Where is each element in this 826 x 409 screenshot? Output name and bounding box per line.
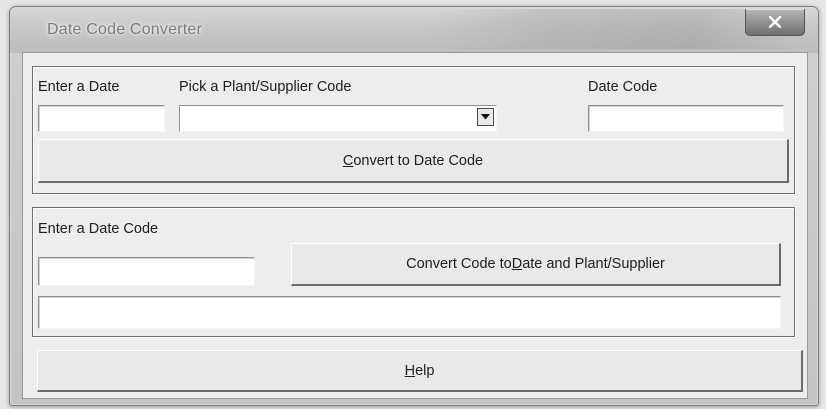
title-bar[interactable]: Date Code Converter (10, 7, 818, 53)
enter-date-label: Enter a Date (38, 79, 120, 95)
window-title: Date Code Converter (47, 21, 202, 38)
convert-code-prefix: Convert Code to (406, 256, 512, 272)
close-icon (768, 16, 782, 28)
convert-code-rest: ate and Plant/Supplier (522, 256, 665, 272)
convert-code-to-date-button[interactable]: Convert Code to Date and Plant/Supplier (291, 243, 781, 286)
help-mnemonic: H (404, 362, 416, 379)
enter-date-code-label: Enter a Date Code (38, 221, 159, 237)
encode-group: Enter a Date Pick a Plant/Supplier Code … (32, 66, 795, 194)
plant-supplier-label: Pick a Plant/Supplier Code (179, 79, 352, 95)
close-button[interactable] (745, 9, 805, 36)
app-window: Date Code Converter Enter a Date Pick a … (9, 6, 819, 406)
dropdown-button[interactable] (477, 108, 494, 126)
result-output[interactable] (38, 296, 781, 329)
convert-code-mnemonic: D (511, 256, 523, 272)
client-area: Enter a Date Pick a Plant/Supplier Code … (22, 52, 808, 399)
date-code-label: Date Code (588, 79, 658, 95)
date-code-output[interactable] (588, 105, 784, 132)
decode-group: Enter a Date Code Convert Code to Date a… (32, 207, 795, 337)
date-input[interactable] (38, 105, 165, 132)
date-code-input[interactable] (38, 257, 255, 286)
help-button[interactable]: Help (37, 350, 803, 392)
convert-to-date-code-button[interactable]: Convert to Date Code (38, 139, 789, 183)
chevron-down-icon (481, 114, 490, 120)
convert-label-rest: onvert to Date Code (353, 152, 484, 169)
plant-supplier-dropdown[interactable] (179, 105, 497, 132)
help-label-rest: elp (415, 362, 435, 379)
convert-mnemonic: C (342, 152, 354, 169)
